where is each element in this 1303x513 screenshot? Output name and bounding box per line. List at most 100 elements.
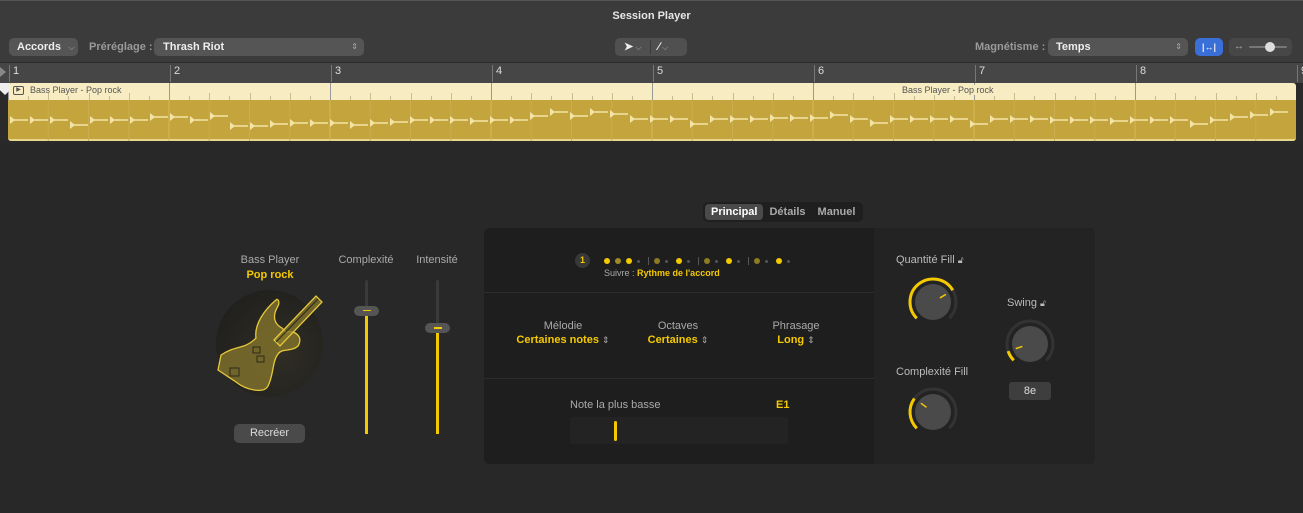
rhythm-step[interactable]: [637, 259, 640, 263]
updown-chevron-icon: ⇕: [807, 335, 815, 345]
tab-details[interactable]: Détails: [763, 204, 811, 220]
rhythm-step[interactable]: [687, 259, 690, 263]
region-tick: [330, 83, 331, 100]
beat-divider[interactable]: [648, 257, 649, 265]
note-head: [270, 120, 275, 128]
region-tick: [1054, 93, 1056, 100]
region-tick: [813, 83, 814, 100]
region-tick: [410, 93, 412, 100]
note-head: [110, 116, 115, 124]
catch-button[interactable]: |↔|: [1195, 38, 1223, 56]
playhead-marker-icon[interactable]: [0, 67, 6, 77]
ruler-bar-number: 2: [170, 65, 180, 82]
rhythm-step[interactable]: [615, 258, 621, 264]
ruler-bar-number: 1: [9, 65, 19, 82]
note-head: [50, 116, 55, 124]
note-head: [630, 115, 635, 123]
region-tick: [692, 93, 694, 100]
knob-body: [1012, 326, 1048, 362]
rhythm-step[interactable]: [776, 258, 782, 264]
note-head: [1210, 116, 1215, 124]
preset-select[interactable]: Thrash Riot ⇕: [154, 38, 364, 56]
player-avatar[interactable]: [216, 290, 323, 397]
zoom-slider-thumb[interactable]: [1265, 42, 1275, 52]
rhythm-step[interactable]: [604, 258, 610, 264]
note-head: [1190, 120, 1195, 128]
tab-manual[interactable]: Manuel: [812, 204, 862, 220]
rhythm-step[interactable]: [676, 258, 682, 264]
rhythm-step[interactable]: [715, 259, 718, 263]
tab-principal[interactable]: Principal: [705, 204, 764, 220]
unlock-icon[interactable]: 🔓︎: [1040, 298, 1046, 308]
timeline-ruler[interactable]: 1 2 3 4 5 6 7 8 9: [0, 63, 1303, 83]
note-head: [1270, 108, 1275, 116]
pointer-tool-button[interactable]: ➤ ⌵: [624, 38, 642, 57]
follow-value[interactable]: Rythme de l'accord: [637, 268, 720, 278]
knob-body: [915, 394, 951, 430]
knob-body: [915, 284, 951, 320]
chords-menu-button[interactable]: Accords ⌵: [9, 38, 78, 56]
note-head: [590, 108, 595, 116]
rhythm-step[interactable]: [626, 258, 632, 264]
region-tick: [1255, 93, 1257, 100]
play-region-icon[interactable]: ▶: [13, 86, 24, 95]
region-tick: [571, 93, 573, 100]
complexity-slider[interactable]: [354, 280, 379, 434]
bass-guitar-icon: [217, 295, 323, 392]
rhythm-step[interactable]: [704, 258, 710, 264]
note-head: [310, 119, 315, 127]
note-head: [870, 119, 875, 127]
beat-divider[interactable]: [698, 257, 699, 265]
fill-complexity-knob[interactable]: [907, 386, 959, 438]
pattern-number[interactable]: 1: [575, 253, 590, 268]
pencil-tool-button[interactable]: ∕ ⌵: [658, 38, 668, 57]
zoom-slider[interactable]: ↔: [1229, 38, 1292, 56]
note-head: [230, 122, 235, 130]
player-style[interactable]: Pop rock: [220, 269, 320, 281]
rhythm-pattern[interactable]: [604, 257, 794, 265]
note-head: [1170, 116, 1175, 124]
rhythm-step[interactable]: [726, 258, 732, 264]
region-tick: [209, 93, 211, 100]
rhythm-step[interactable]: [765, 259, 768, 263]
lowest-note-slider[interactable]: [570, 417, 788, 444]
region-tick: [1094, 93, 1096, 100]
fill-complexity-label: Complexité Fill: [896, 366, 969, 378]
note-head: [430, 116, 435, 124]
snap-label: Magnétisme :: [975, 41, 1046, 53]
slider-fill: [365, 310, 368, 434]
rhythm-step[interactable]: [654, 258, 660, 264]
rhythm-step[interactable]: [787, 259, 790, 263]
lowest-note-label: Note la plus basse: [570, 399, 661, 411]
ruler-bar-number: 9: [1297, 65, 1303, 82]
unlock-icon[interactable]: 🔓︎: [958, 255, 964, 265]
region-notes[interactable]: [8, 100, 1296, 141]
fill-amount-knob[interactable]: [907, 276, 959, 328]
note-head: [530, 112, 535, 120]
horizontal-zoom-icon: ↔: [1234, 41, 1244, 52]
rhythm-step[interactable]: [665, 259, 668, 263]
lowest-note-marker[interactable]: [613, 421, 617, 441]
note-head: [330, 119, 335, 127]
region-header[interactable]: ▶ Bass Player - Pop rock Bass Player - P…: [8, 83, 1296, 100]
note-head: [670, 115, 675, 123]
ruler-bar-number: 6: [814, 65, 824, 82]
note-head: [210, 112, 215, 120]
beat-divider[interactable]: [748, 257, 749, 265]
intensity-slider[interactable]: [425, 280, 450, 434]
regenerate-button[interactable]: Recréer: [234, 424, 305, 443]
slider-thumb[interactable]: [425, 323, 450, 334]
swing-knob[interactable]: [1004, 318, 1056, 370]
region-tick: [893, 93, 895, 100]
rhythm-step[interactable]: [754, 258, 760, 264]
ruler-bar-number: 8: [1136, 65, 1146, 82]
snap-select[interactable]: Temps ⇕: [1048, 38, 1188, 56]
slider-thumb[interactable]: [354, 305, 379, 316]
note-head: [130, 116, 135, 124]
fill-swing-panel: Quantité Fill 🔓︎ Complexité Fill Swing 🔓…: [874, 228, 1095, 464]
swing-resolution-select[interactable]: 8e: [1009, 382, 1051, 400]
option-select[interactable]: Long ⇕: [726, 334, 866, 346]
region-tick: [732, 93, 734, 100]
rhythm-step[interactable]: [737, 259, 740, 263]
divider: [650, 40, 651, 54]
